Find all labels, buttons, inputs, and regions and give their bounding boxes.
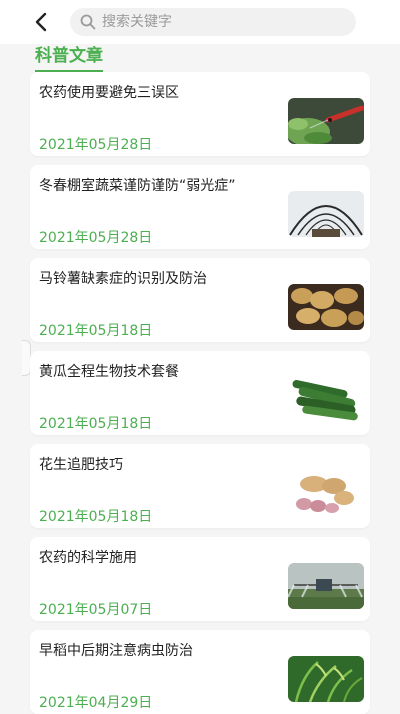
- article-date: 2021年05月07日: [39, 602, 153, 618]
- article-card[interactable]: 马铃薯缺素症的识别及防治 2021年05月18日: [30, 258, 370, 342]
- search-bar[interactable]: [70, 8, 356, 36]
- article-card[interactable]: 农药的科学施用 2021年05月07日: [30, 537, 370, 621]
- back-arrow-icon[interactable]: [30, 10, 54, 34]
- article-thumbnail-field-spraying: [288, 563, 364, 609]
- article-title: 马铃薯缺素症的识别及防治: [39, 271, 207, 287]
- article-thumbnail-cucumbers: [288, 377, 364, 423]
- article-title: 花生追肥技巧: [39, 457, 123, 473]
- article-thumbnail-greenhouse-tunnel: [288, 191, 364, 237]
- article-title: 农药的科学施用: [39, 550, 137, 566]
- article-title: 黄瓜全程生物技术套餐: [39, 364, 179, 380]
- article-card[interactable]: 黄瓜全程生物技术套餐 2021年05月18日: [30, 351, 370, 435]
- search-input[interactable]: [100, 13, 344, 31]
- article-date: 2021年05月28日: [39, 230, 153, 246]
- article-thumbnail-peanuts: [288, 470, 364, 516]
- article-title: 早稻中后期注意病虫防治: [39, 643, 193, 659]
- article-date: 2021年05月18日: [39, 509, 153, 525]
- article-date: 2021年05月28日: [39, 137, 153, 153]
- article-card[interactable]: 早稻中后期注意病虫防治 2021年04月29日: [30, 630, 370, 714]
- article-card[interactable]: 冬春棚室蔬菜谨防谨防“弱光症” 2021年05月28日: [30, 165, 370, 249]
- article-thumbnail-rice-plants: [288, 656, 364, 702]
- top-bar: [0, 0, 400, 44]
- article-date: 2021年05月18日: [39, 323, 153, 339]
- section-title: 科普文章: [35, 44, 103, 72]
- article-date: 2021年04月29日: [39, 695, 153, 711]
- search-icon: [80, 14, 96, 30]
- article-thumbnail-potatoes: [288, 284, 364, 330]
- article-thumbnail-spraying-leaves: [288, 98, 364, 144]
- article-title: 农药使用要避免三误区: [39, 85, 179, 101]
- article-title: 冬春棚室蔬菜谨防谨防“弱光症”: [39, 178, 236, 194]
- article-card[interactable]: 花生追肥技巧 2021年05月18日: [30, 444, 370, 528]
- article-card[interactable]: 农药使用要避免三误区 2021年05月28日: [30, 72, 370, 156]
- article-date: 2021年05月18日: [39, 416, 153, 432]
